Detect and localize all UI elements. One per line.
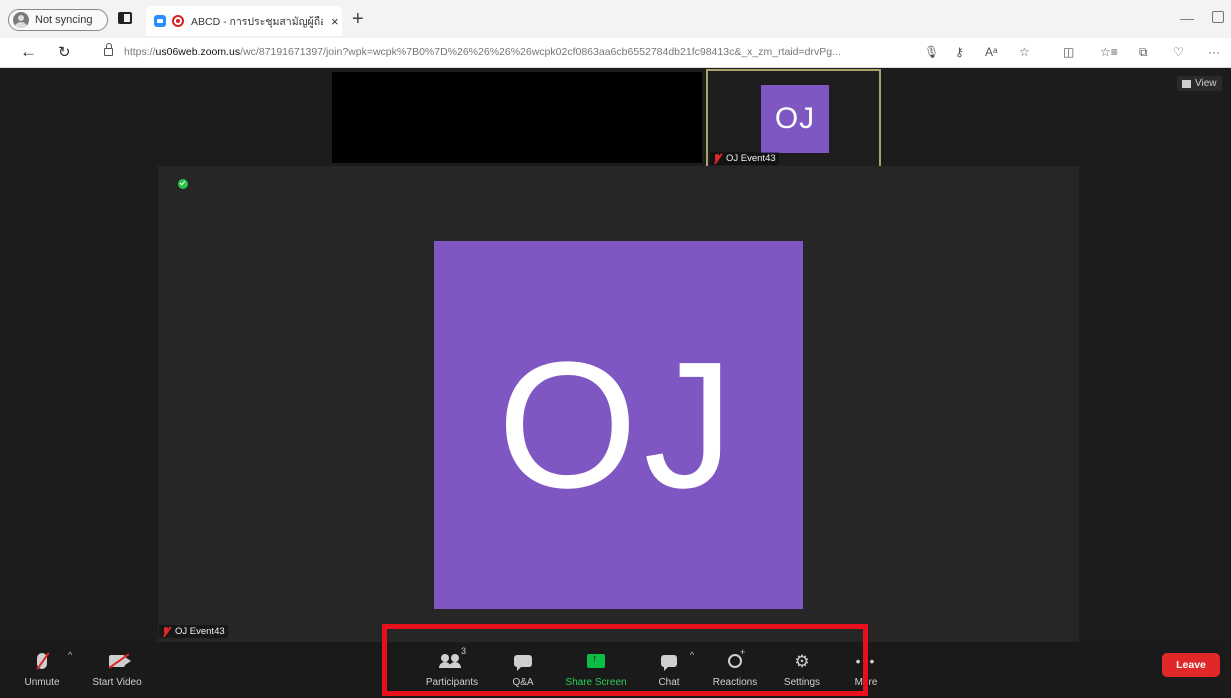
meeting-toolbar: Unmute ^ Start Video 3 Participants Q&A … [0, 642, 1231, 698]
reload-icon[interactable]: ↻ [58, 43, 71, 61]
profile-sync-button[interactable]: Not syncing [8, 9, 108, 31]
reactions-label: Reactions [712, 677, 758, 688]
key-icon[interactable]: ⚷ [955, 45, 964, 59]
share-screen-label: Share Screen [565, 677, 627, 688]
participants-count: 3 [461, 646, 467, 656]
participants-label: Participants [425, 677, 479, 688]
thumbnail-name: OJ Event43 [726, 153, 776, 164]
chat-label: Chat [658, 677, 680, 688]
back-arrow-icon[interactable]: ← [20, 42, 37, 62]
view-button-label: View [1195, 78, 1217, 89]
lock-icon[interactable] [104, 43, 113, 56]
settings-label: Settings [783, 677, 821, 688]
gear-icon: ⚙ [794, 651, 810, 671]
chat-options-chevron-up-icon[interactable]: ^ [690, 650, 694, 660]
participants-icon [439, 654, 463, 668]
profile-avatar-icon [13, 12, 29, 28]
window-maximize-icon[interactable] [1212, 11, 1224, 23]
url-field[interactable]: https://us06web.zoom.us/wc/87191671397/j… [124, 46, 914, 58]
favorite-star-icon[interactable]: ☆ [1019, 45, 1030, 59]
chat-icon [661, 655, 677, 671]
chat-button[interactable]: Chat [652, 642, 686, 698]
active-speaker-tile[interactable]: OJ OJ Event43 [158, 166, 1079, 642]
collections-icon[interactable]: ⧉ [1139, 45, 1148, 60]
muted-mic-icon [713, 153, 722, 164]
leave-button[interactable]: Leave [1162, 653, 1220, 677]
main-avatar: OJ [434, 241, 803, 609]
qa-button[interactable]: Q&A [505, 642, 541, 698]
url-prefix: https:// [124, 46, 156, 58]
share-screen-button[interactable]: Share Screen [562, 642, 630, 698]
muted-mic-icon [162, 626, 171, 637]
share-screen-icon [587, 653, 605, 668]
grid-view-icon [1182, 79, 1191, 88]
unmute-button[interactable]: Unmute [22, 642, 62, 698]
window-minimize-icon[interactable]: — [1180, 10, 1194, 26]
tab-title: ABCD - การประชุมสามัญผู้ถือหุ้น [191, 15, 323, 28]
participants-button[interactable]: 3 Participants [422, 642, 482, 698]
new-tab-button[interactable]: + [352, 8, 364, 31]
main-name-tag: OJ Event43 [159, 625, 228, 638]
main-participant-name: OJ Event43 [175, 626, 225, 637]
reactions-icon [728, 647, 745, 668]
view-button[interactable]: View [1177, 76, 1222, 91]
participant-thumbnail[interactable]: OJ OJ Event43 [706, 69, 881, 168]
qa-icon [514, 655, 532, 671]
browser-tab-strip: Not syncing ABCD - การประชุมสามัญผู้ถือห… [0, 0, 1231, 38]
reactions-button[interactable]: Reactions [708, 642, 762, 698]
browser-essentials-icon[interactable]: ♡ [1173, 45, 1184, 59]
tab-close-icon[interactable]: × [331, 14, 339, 29]
microphone-permission-icon[interactable]: 🎙 [924, 45, 939, 59]
start-video-button[interactable]: Start Video [88, 642, 146, 698]
encryption-shield-icon[interactable] [178, 179, 188, 189]
browser-address-bar: ← ↻ https://us06web.zoom.us/wc/871916713… [0, 38, 1231, 68]
split-screen-icon[interactable]: ◫ [1063, 45, 1074, 59]
favorites-list-icon[interactable]: ☆≡ [1100, 45, 1118, 59]
unmute-label: Unmute [24, 677, 60, 688]
read-aloud-icon[interactable]: Aᵃ [985, 45, 997, 59]
profile-sync-label: Not syncing [35, 14, 93, 26]
recording-indicator-icon [172, 15, 184, 27]
start-video-label: Start Video [92, 677, 142, 688]
meeting-video-area: OJ OJ Event43 View OJ OJ Event43 [0, 68, 1231, 642]
mic-muted-icon [37, 653, 47, 669]
zoom-favicon-icon [154, 15, 166, 27]
settings-button[interactable]: ⚙ Settings [780, 642, 824, 698]
audio-options-chevron-up-icon[interactable]: ^ [68, 650, 72, 660]
browser-tab-zoom[interactable]: ABCD - การประชุมสามัญผู้ถือหุ้น × [146, 6, 342, 36]
thumbnail-name-tag: OJ Event43 [710, 152, 779, 165]
video-off-icon [109, 655, 131, 667]
more-dots-icon: ••• [855, 653, 877, 669]
more-button[interactable]: ••• More [848, 642, 884, 698]
url-host: us06web.zoom.us [155, 46, 241, 58]
tab-actions-icon[interactable] [118, 12, 132, 24]
video-strip-empty [332, 72, 702, 163]
url-path: /wc/87191671397/join?wpk=wcpk%7B0%7D%26%… [240, 46, 841, 58]
settings-more-icon[interactable]: ··· [1208, 45, 1220, 59]
more-label: More [854, 677, 878, 688]
qa-label: Q&A [512, 677, 534, 688]
thumbnail-avatar: OJ [761, 85, 829, 153]
